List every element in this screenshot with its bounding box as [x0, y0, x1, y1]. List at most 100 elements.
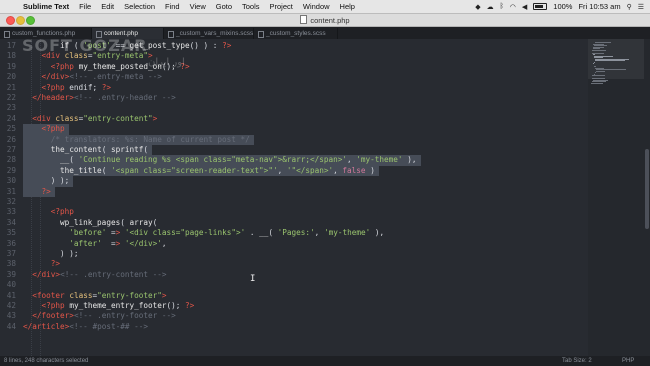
- line-code: 'before' => '<div class="page-links">' .…: [69, 228, 385, 238]
- cloud-icon[interactable]: ☁: [487, 3, 494, 11]
- code-line[interactable]: 36 'after' => '</div>',: [0, 239, 588, 249]
- line-code: </div><!-- .entry-content -->: [32, 269, 167, 279]
- status-bar: 8 lines, 248 characters selected Tab Siz…: [0, 356, 650, 366]
- code-line[interactable]: 38 ?>: [0, 259, 588, 269]
- code-line[interactable]: 42 <?php my_theme_entry_footer(); ?>: [0, 301, 588, 311]
- code-line[interactable]: 19 <?php my_theme_posted_on(); ?>: [0, 62, 588, 72]
- text-cursor-icon: I: [250, 274, 256, 284]
- menu-edit[interactable]: Edit: [101, 2, 114, 11]
- line-number: 28: [6, 155, 16, 165]
- tab-label: _custom_styles.scss: [266, 30, 326, 37]
- code-line[interactable]: 31 ?>: [0, 186, 588, 197]
- code-line[interactable]: 39 </div><!-- .entry-content -->: [0, 270, 588, 280]
- tab-custom-styles[interactable]: _custom_styles.scss: [254, 28, 338, 39]
- line-code: </article><!-- #post-## -->: [23, 321, 148, 331]
- syntax-indicator[interactable]: PHP: [622, 356, 634, 366]
- scrollbar-thumb[interactable]: [645, 149, 649, 229]
- notification-center-icon[interactable]: ☰: [638, 3, 644, 11]
- line-code: <?php: [41, 124, 65, 134]
- code-line[interactable]: 43 </footer><!-- .entry-footer -->: [0, 311, 588, 321]
- code-line[interactable]: 30 ) );: [0, 176, 588, 187]
- line-number: 35: [6, 228, 16, 238]
- code-editor[interactable]: 17 if ( 'post' == get_post_type() ) : ?>…: [0, 39, 588, 356]
- window-title-bar[interactable]: content.php: [0, 14, 650, 27]
- minimap-line: [595, 70, 605, 72]
- line-number: 33: [6, 207, 16, 217]
- menu-window[interactable]: Window: [303, 2, 330, 11]
- code-line[interactable]: 21 <?php endif; ?>: [0, 83, 588, 93]
- code-line[interactable]: 28 __( 'Continue reading %s <span class=…: [0, 155, 588, 166]
- line-code: ) );: [23, 249, 79, 258]
- minimap-line: [594, 72, 597, 73]
- menu-find[interactable]: Find: [165, 2, 180, 11]
- code-line[interactable]: 35 'before' => '<div class="page-links">…: [0, 228, 588, 238]
- watermark-subtitle: اور ایران: [148, 57, 185, 68]
- line-number: 43: [6, 311, 16, 321]
- line-number: 22: [6, 93, 16, 102]
- code-line[interactable]: 44 </article><!-- #post-## -->: [0, 322, 588, 332]
- line-code: 'after' => '</div>',: [69, 238, 167, 248]
- line-code: the_title( '<span class="screen-reader-t…: [60, 165, 375, 175]
- line-number: 17: [6, 41, 16, 50]
- search-icon[interactable]: ⚲: [627, 3, 632, 11]
- line-code: the_content( sprintf(: [50, 145, 149, 154]
- minimap-line: [594, 60, 626, 61]
- code-line[interactable]: 24 <div class="entry-content">: [0, 114, 588, 124]
- volume-icon[interactable]: ◀: [522, 3, 527, 11]
- code-line[interactable]: 32: [0, 197, 588, 207]
- minimap[interactable]: [588, 39, 644, 356]
- file-icon: [258, 31, 264, 38]
- tab-custom-vars-mixins[interactable]: _custom_vars_mixins.scss: [164, 28, 254, 39]
- code-line[interactable]: 20 </div><!-- .entry-meta -->: [0, 72, 588, 82]
- minimap-line: [591, 75, 605, 76]
- menu-goto[interactable]: Goto: [216, 2, 232, 11]
- menu-project[interactable]: Project: [270, 2, 293, 11]
- line-code: ?>: [50, 259, 61, 269]
- code-line[interactable]: 27 the_content( sprintf(: [0, 145, 588, 156]
- line-code: ) );: [23, 176, 70, 186]
- document-icon: [300, 15, 308, 24]
- line-code: wp_link_pages( array(: [60, 217, 158, 227]
- menu-extras: ◆ ☁ ᛒ ◠ ◀ 100% Fri 10:53 am ⚲ ☰: [475, 2, 650, 11]
- menu-file[interactable]: File: [79, 2, 91, 11]
- code-line[interactable]: 23: [0, 103, 588, 113]
- line-number: 40: [6, 280, 16, 290]
- line-number: 30: [6, 176, 16, 186]
- vertical-scrollbar[interactable]: [644, 39, 650, 356]
- line-code: <footer class="entry-footer">: [32, 290, 167, 300]
- wifi-icon[interactable]: ◠: [510, 3, 516, 11]
- code-line[interactable]: 40: [0, 280, 588, 290]
- code-line[interactable]: 34 wp_link_pages( array(: [0, 218, 588, 228]
- battery-icon[interactable]: [533, 3, 548, 10]
- line-number: 42: [6, 301, 16, 310]
- tab-size-indicator[interactable]: Tab Size: 2: [562, 356, 592, 366]
- line-number: 27: [6, 145, 16, 154]
- menu-app-name[interactable]: Sublime Text: [23, 2, 69, 11]
- line-number: 20: [6, 72, 16, 82]
- code-line[interactable]: 33 <?php: [0, 207, 588, 217]
- bluetooth-icon[interactable]: ᛒ: [500, 3, 504, 10]
- line-code: <?php endif; ?>: [41, 82, 111, 92]
- line-number: 41: [6, 290, 16, 300]
- line-code: <div class="entry-content">: [32, 113, 158, 123]
- minimap-line: [592, 63, 594, 64]
- code-line[interactable]: 37 ) );: [0, 249, 588, 259]
- line-number: 25: [6, 124, 16, 134]
- code-line[interactable]: 29 the_title( '<span class="screen-reade…: [0, 165, 588, 177]
- menu-selection[interactable]: Selection: [124, 2, 155, 11]
- line-number: 38: [6, 259, 16, 269]
- dropbox-icon[interactable]: ◆: [475, 3, 480, 11]
- menu-tools[interactable]: Tools: [242, 2, 260, 11]
- code-line[interactable]: 26 /* translators: %s: Name of current p…: [0, 134, 588, 145]
- code-line[interactable]: 22 </header><!-- .entry-header -->: [0, 93, 588, 103]
- menu-clock[interactable]: Fri 10:53 am: [578, 2, 620, 11]
- line-code: <?php my_theme_entry_footer(); ?>: [41, 301, 195, 310]
- minimap-line: [591, 49, 606, 51]
- menu-help[interactable]: Help: [340, 2, 355, 11]
- code-line[interactable]: 41 <footer class="entry-footer">: [0, 291, 588, 301]
- file-icon: [4, 31, 10, 38]
- line-number: 32: [6, 197, 16, 206]
- code-line[interactable]: 25 <?php: [0, 124, 588, 135]
- menu-view[interactable]: View: [190, 2, 206, 11]
- line-number: 24: [6, 113, 16, 123]
